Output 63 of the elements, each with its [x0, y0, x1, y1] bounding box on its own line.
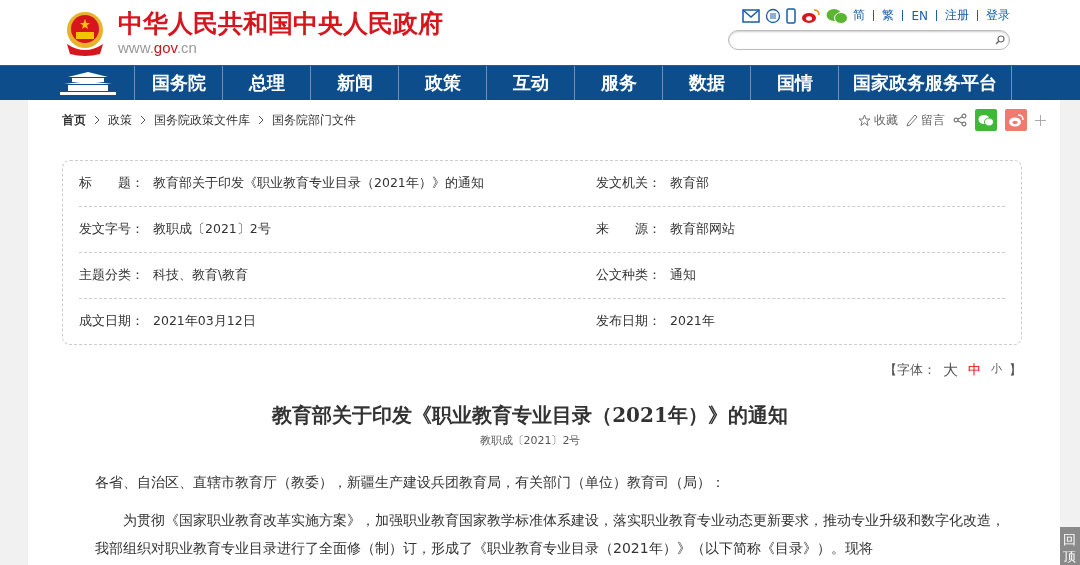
building-icon[interactable] [60, 71, 116, 95]
nav-item[interactable]: 总理 [223, 66, 311, 100]
mail-icon[interactable] [742, 8, 761, 23]
info-label: 标 题： [79, 175, 145, 192]
nav-item[interactable]: 国务院 [135, 66, 223, 100]
salutation: 各省、自治区、直辖市教育厅（教委），新疆生产建设兵团教育局，有关部门（单位）教育司（局）： [95, 473, 726, 492]
breadcrumb-link[interactable]: 国务院部门文件 [272, 111, 356, 129]
chevron-icon [258, 115, 264, 125]
nav-item[interactable]: 新闻 [311, 66, 399, 100]
info-value: 教育部网站 [670, 221, 735, 238]
info-value: 2021年03月12日 [153, 313, 256, 330]
site-title: 中华人民共和国中央人民政府 [118, 9, 443, 39]
pencil-icon [906, 113, 918, 127]
breadcrumb-link[interactable]: 国务院政策文件库 [154, 111, 250, 129]
info-value: 科技、教育\教育 [153, 267, 249, 284]
phone-icon[interactable] [786, 7, 797, 24]
share-icon[interactable] [953, 113, 967, 127]
weibo-share-button[interactable] [1005, 109, 1027, 131]
info-label: 成文日期： [79, 313, 145, 330]
info-label: 主题分类： [79, 267, 145, 284]
font-size-option[interactable]: 小 [988, 361, 1005, 380]
wechat-icon[interactable] [826, 7, 849, 24]
nav-item[interactable]: 国情 [751, 66, 839, 100]
article-title: 教育部关于印发《职业教育专业目录（2021年）》的通知 [271, 402, 789, 429]
comment-link[interactable]: 留言 [906, 111, 945, 129]
info-value: 通知 [670, 267, 696, 284]
breadcrumb-link[interactable]: 政策 [108, 111, 132, 129]
header-link[interactable]: 简 [853, 7, 866, 24]
nav-item[interactable]: 数据 [663, 66, 751, 100]
weibo-icon [1008, 113, 1024, 127]
document-number: 教职成〔2021〕2号 [478, 433, 582, 448]
nav-item[interactable]: 政策 [399, 66, 487, 100]
font-size-label: 【字体： [884, 361, 936, 379]
info-value: 教育部 [670, 175, 709, 192]
info-label: 发文机关： [596, 175, 662, 192]
font-size-option[interactable]: 大 [940, 361, 961, 380]
site-domain: www.gov.cn [118, 39, 198, 56]
info-label: 来 源： [596, 221, 662, 238]
chevron-icon [140, 115, 146, 125]
search-icon[interactable] [995, 35, 1005, 45]
breadcrumb-link[interactable]: 首页 [62, 111, 86, 129]
favorite-link[interactable]: 收藏 [858, 111, 898, 129]
header-link[interactable]: 登录 [986, 7, 1010, 24]
wechat-icon [978, 113, 994, 127]
header-link[interactable]: 注册 [945, 7, 969, 24]
chevron-icon [94, 115, 100, 125]
info-value: 教育部关于印发《职业教育专业目录（2021年）》的通知 [153, 175, 484, 192]
nav-item[interactable]: 互动 [487, 66, 575, 100]
info-label: 公文种类： [596, 267, 662, 284]
font-size-option[interactable]: 中 [965, 361, 984, 380]
nav-item[interactable]: 国家政务服务平台 [839, 66, 1012, 100]
wechat-share-button[interactable] [975, 109, 997, 131]
header-link[interactable]: EN [911, 8, 928, 23]
info-value: 2021年 [670, 313, 715, 330]
info-label: 发文字号： [79, 221, 145, 238]
info-value: 教职成〔2021〕2号 [153, 221, 271, 238]
article-paragraph: 为贯彻《国家职业教育改革实施方案》，加强职业教育国家教学标准体系建设，落实职业教育专业动态更新要求，推动专业升级和数字化改造，我部组织对职业教育专业目录进行了全面修（制）订，形成了《职业教育专业目录（2021年）》（以下简称《目录》）。现将 [95, 511, 1005, 558]
header-link[interactable]: 繁 [882, 7, 895, 24]
weibo-icon[interactable] [801, 7, 822, 24]
font-size-bracket: 】 [1009, 361, 1022, 379]
info-label: 发布日期： [596, 313, 662, 330]
star-icon [858, 113, 871, 127]
nav-item[interactable]: 服务 [575, 66, 663, 100]
